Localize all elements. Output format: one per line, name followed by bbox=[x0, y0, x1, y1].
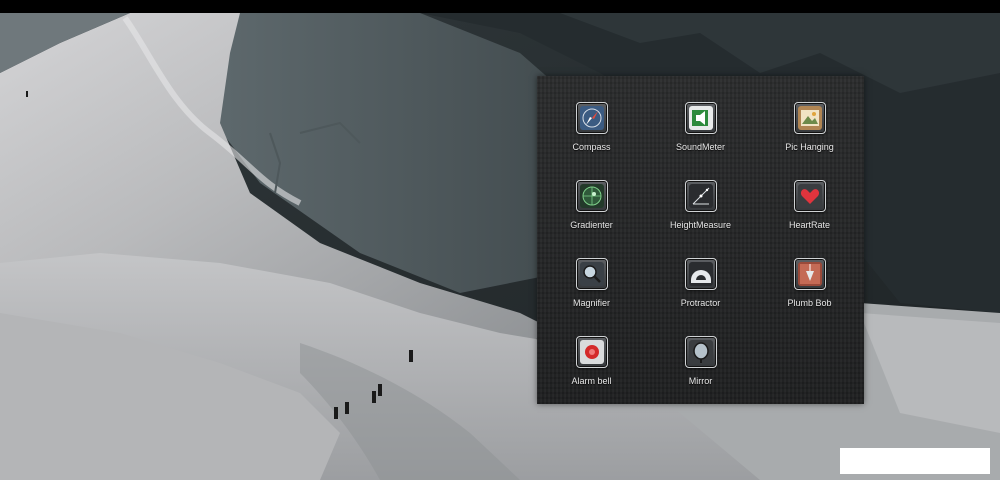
app-label: Gradienter bbox=[570, 220, 613, 230]
app-magnifier[interactable]: Magnifier bbox=[537, 258, 646, 336]
app-label: Pic Hanging bbox=[785, 142, 834, 152]
app-label: HeightMeasure bbox=[669, 220, 732, 230]
height-measure-icon bbox=[684, 180, 717, 212]
picture-frame-icon bbox=[793, 102, 826, 134]
plumb-bob-icon bbox=[793, 258, 826, 290]
app-label: Magnifier bbox=[572, 298, 610, 308]
app-plumb-bob[interactable]: Plumb Bob bbox=[755, 258, 864, 336]
app-alarm-bell[interactable]: Alarm bell bbox=[537, 336, 646, 414]
white-overlay-box bbox=[840, 448, 990, 474]
compass-icon bbox=[575, 102, 608, 134]
app-pic-hanging[interactable]: Pic Hanging bbox=[755, 102, 864, 180]
app-label: Mirror bbox=[688, 376, 713, 386]
app-gradienter[interactable]: Gradienter bbox=[537, 180, 646, 258]
app-label: Protractor bbox=[680, 298, 721, 308]
app-label: Plumb Bob bbox=[787, 298, 832, 308]
app-heightmeasure[interactable]: HeightMeasure bbox=[646, 180, 755, 258]
app-heartrate[interactable]: HeartRate bbox=[755, 180, 864, 258]
app-label: SoundMeter bbox=[675, 142, 726, 152]
mirror-icon bbox=[684, 336, 717, 368]
magnifier-icon bbox=[575, 258, 608, 290]
app-protractor[interactable]: Protractor bbox=[646, 258, 755, 336]
sound-meter-icon bbox=[684, 102, 717, 134]
app-folder-panel: Compass SoundMeter Pic Hanging Gradiente… bbox=[537, 76, 864, 404]
app-label: Compass bbox=[572, 142, 611, 152]
protractor-icon bbox=[684, 258, 717, 290]
app-soundmeter[interactable]: SoundMeter bbox=[646, 102, 755, 180]
status-bar bbox=[0, 0, 1000, 13]
app-compass[interactable]: Compass bbox=[537, 102, 646, 180]
app-mirror[interactable]: Mirror bbox=[646, 336, 755, 414]
heart-icon bbox=[793, 180, 826, 212]
alarm-bell-icon bbox=[575, 336, 608, 368]
home-screen: Compass SoundMeter Pic Hanging Gradiente… bbox=[0, 0, 1000, 480]
app-label: Alarm bell bbox=[571, 376, 612, 386]
app-label: HeartRate bbox=[788, 220, 831, 230]
gradienter-icon bbox=[575, 180, 608, 212]
